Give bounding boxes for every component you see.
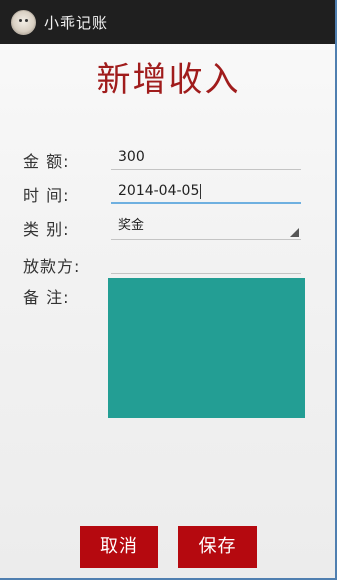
title-bar: 小乖记账 bbox=[0, 0, 335, 44]
amount-label: 金 额: bbox=[23, 152, 70, 171]
payer-input[interactable] bbox=[111, 250, 301, 274]
category-select[interactable]: 奖金 bbox=[111, 214, 301, 240]
app-window: 小乖记账 新增收入 金 额: 300 时 间: 2014-04-05 类 别: … bbox=[0, 0, 337, 580]
app-avatar-icon bbox=[11, 10, 36, 35]
category-label: 类 别: bbox=[23, 220, 70, 239]
date-label: 时 间: bbox=[23, 186, 70, 205]
note-label: 备 注: bbox=[23, 288, 70, 307]
amount-input[interactable]: 300 bbox=[111, 146, 301, 170]
date-input[interactable]: 2014-04-05 bbox=[111, 180, 301, 204]
app-title: 小乖记账 bbox=[44, 14, 109, 32]
dropdown-arrow-icon bbox=[290, 228, 299, 237]
category-value: 奖金 bbox=[118, 218, 145, 233]
page-title: 新增收入 bbox=[96, 60, 241, 100]
save-button[interactable]: 保存 bbox=[178, 526, 257, 568]
date-value: 2014-04-05 bbox=[118, 183, 200, 199]
amount-value: 300 bbox=[118, 149, 145, 165]
payer-label: 放款方: bbox=[23, 257, 81, 276]
note-textarea[interactable] bbox=[108, 278, 305, 418]
text-cursor bbox=[200, 183, 202, 199]
cancel-button[interactable]: 取消 bbox=[80, 526, 158, 568]
